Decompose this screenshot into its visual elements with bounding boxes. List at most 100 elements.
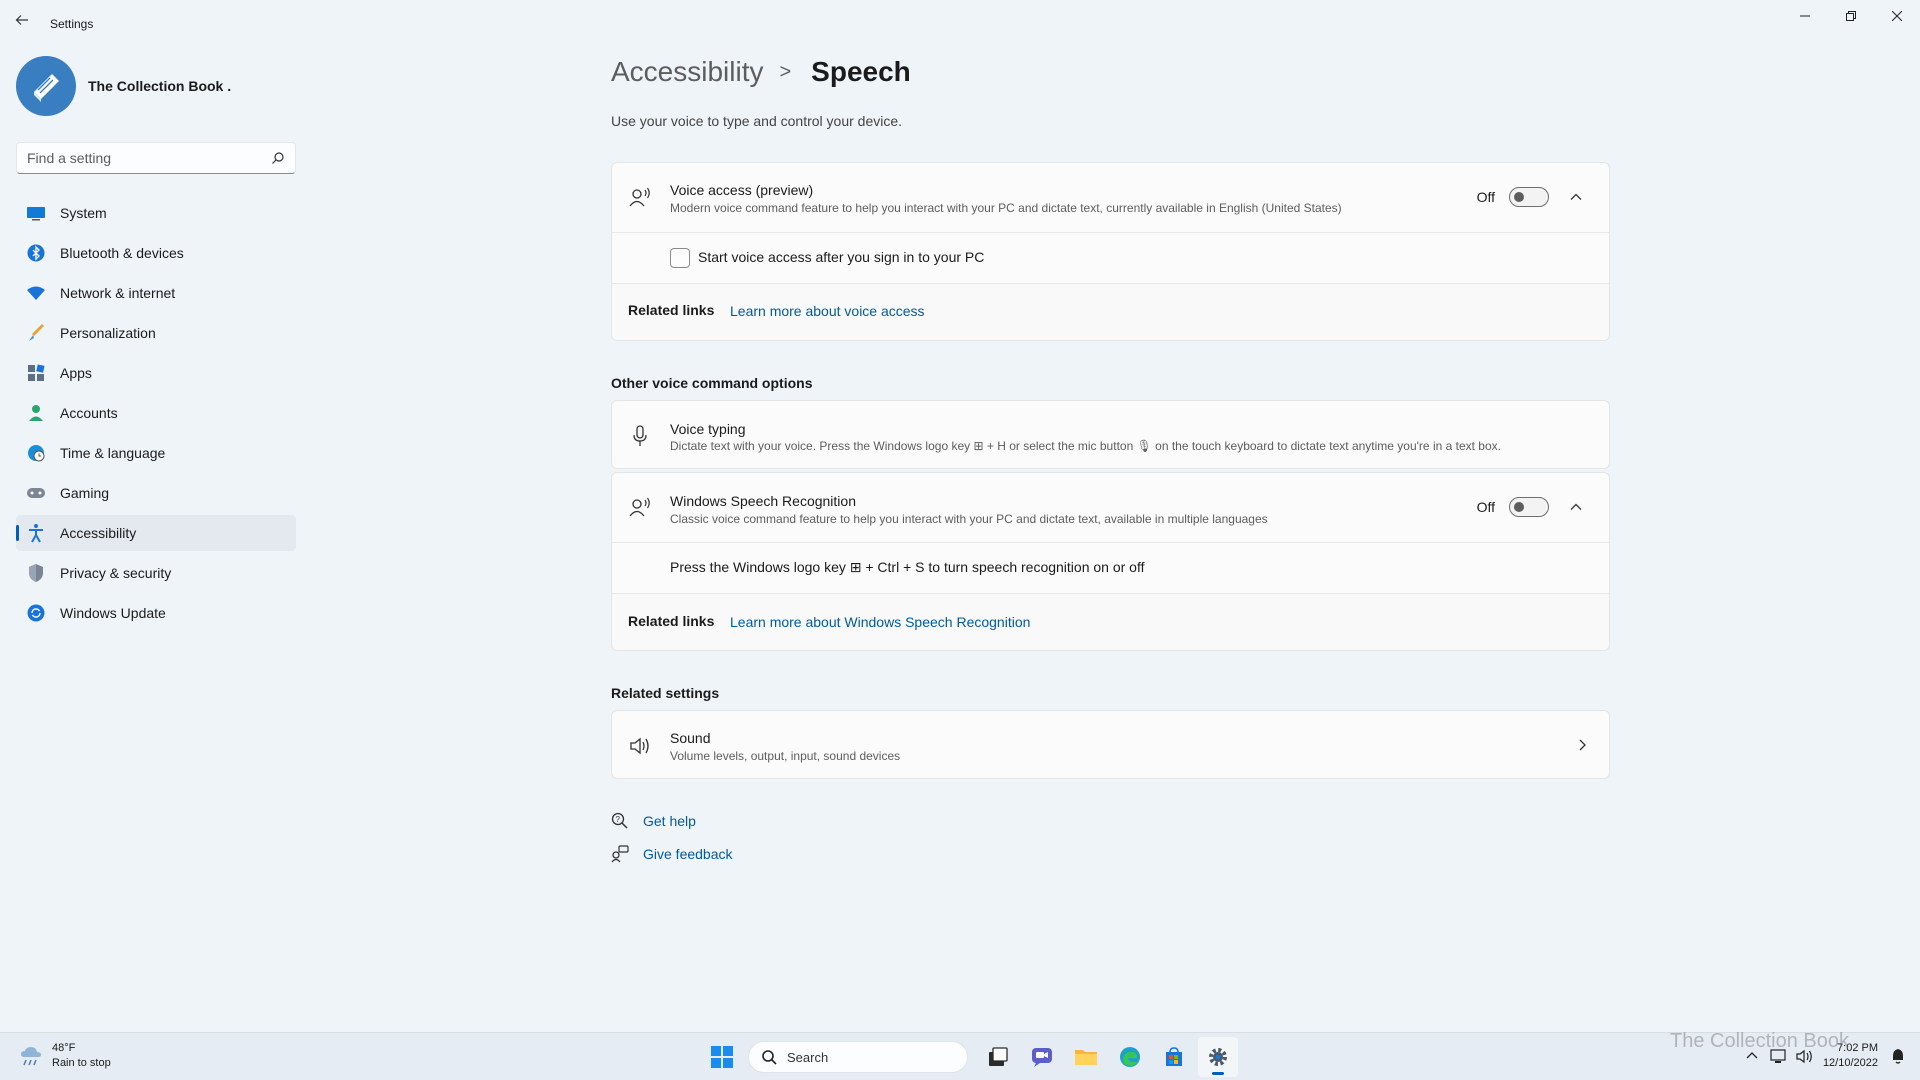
voice-access-learn-more-link[interactable]: Learn more about voice access bbox=[730, 303, 925, 319]
sidebar-item-label: Bluetooth & devices bbox=[60, 245, 184, 261]
sound-title: Sound bbox=[670, 730, 711, 746]
voice-access-row[interactable]: Voice access (preview) Modern voice comm… bbox=[612, 163, 1609, 232]
microphone-icon bbox=[628, 424, 652, 448]
other-options-heading: Other voice command options bbox=[611, 375, 813, 391]
sidebar-item-system[interactable]: System bbox=[16, 195, 296, 231]
close-icon bbox=[1892, 11, 1902, 21]
chevron-up-icon[interactable] bbox=[1569, 500, 1583, 514]
sidebar-item-bluetooth[interactable]: Bluetooth & devices bbox=[16, 235, 296, 271]
sidebar-item-accounts[interactable]: Accounts bbox=[16, 395, 296, 431]
sidebar-item-windows-update[interactable]: Windows Update bbox=[16, 595, 296, 631]
speech-recognition-shortcut-row: Press the Windows logo key ⊞ + Ctrl + S … bbox=[612, 543, 1609, 593]
toggle-knob bbox=[1514, 502, 1524, 512]
task-view-button[interactable] bbox=[978, 1037, 1018, 1077]
voice-access-description: Modern voice command feature to help you… bbox=[670, 201, 1342, 215]
speech-recognition-toggle[interactable] bbox=[1509, 497, 1549, 517]
back-button[interactable] bbox=[14, 12, 34, 34]
gamepad-icon bbox=[26, 483, 46, 503]
search-input[interactable] bbox=[27, 150, 271, 166]
taskbar: 48°F Rain to stop Search 7:02 PM 12/10/2… bbox=[0, 1032, 1920, 1080]
windows-logo-icon bbox=[711, 1046, 733, 1068]
notification-bell-icon[interactable] bbox=[1890, 1047, 1906, 1065]
sidebar-item-time-language[interactable]: Time & language bbox=[16, 435, 296, 471]
profile-name: The Collection Book . bbox=[88, 78, 232, 94]
related-links-label: Related links bbox=[628, 613, 715, 629]
get-help-link[interactable]: Get help bbox=[643, 813, 696, 829]
sidebar-item-label: Apps bbox=[60, 365, 92, 381]
start-button[interactable] bbox=[702, 1037, 742, 1077]
sidebar-item-label: Accounts bbox=[60, 405, 118, 421]
restore-button[interactable] bbox=[1828, 0, 1874, 32]
taskbar-search-label: Search bbox=[787, 1049, 829, 1065]
sidebar-item-apps[interactable]: Apps bbox=[16, 355, 296, 391]
chat-button[interactable] bbox=[1022, 1037, 1062, 1077]
sidebar-item-accessibility[interactable]: Accessibility bbox=[16, 515, 296, 551]
settings-app-button[interactable] bbox=[1198, 1037, 1238, 1077]
voice-typing-card: Voice typing Dictate text with your voic… bbox=[611, 400, 1610, 469]
chat-icon bbox=[1032, 1048, 1052, 1067]
sidebar-nav: System Bluetooth & devices Network & int… bbox=[16, 195, 296, 635]
close-button[interactable] bbox=[1874, 0, 1920, 32]
breadcrumb-separator: > bbox=[779, 60, 792, 83]
voice-access-toggle-state: Off bbox=[1476, 189, 1495, 205]
related-links-label: Related links bbox=[628, 302, 715, 318]
weather-temp: 48°F bbox=[52, 1042, 76, 1054]
speech-recognition-title: Windows Speech Recognition bbox=[670, 493, 856, 509]
speech-recognition-description: Classic voice command feature to help yo… bbox=[670, 512, 1268, 526]
get-help-row[interactable]: ? Get help bbox=[611, 812, 696, 830]
taskbar-search[interactable]: Search bbox=[748, 1041, 968, 1073]
voice-typing-description: Dictate text with your voice. Press the … bbox=[670, 439, 1501, 453]
store-button[interactable] bbox=[1154, 1037, 1194, 1077]
sidebar-item-personalization[interactable]: Personalization bbox=[16, 315, 296, 351]
chevron-up-icon[interactable] bbox=[1569, 190, 1583, 204]
speech-recognition-learn-more-link[interactable]: Learn more about Windows Speech Recognit… bbox=[730, 614, 1030, 630]
toggle-knob bbox=[1514, 192, 1524, 202]
voice-access-icon bbox=[628, 185, 652, 209]
sidebar-item-network[interactable]: Network & internet bbox=[16, 275, 296, 311]
edge-browser-button[interactable] bbox=[1110, 1037, 1150, 1077]
file-explorer-button[interactable] bbox=[1066, 1037, 1106, 1077]
sidebar-item-label: Time & language bbox=[60, 445, 166, 461]
search-icon[interactable] bbox=[271, 151, 285, 165]
title-bar: Settings bbox=[0, 0, 1920, 48]
voice-access-toggle[interactable] bbox=[1509, 187, 1549, 207]
edge-icon bbox=[1120, 1047, 1140, 1067]
minimize-button[interactable] bbox=[1782, 0, 1828, 32]
sound-description: Volume levels, output, input, sound devi… bbox=[670, 749, 901, 763]
window-controls bbox=[1782, 0, 1920, 32]
person-icon bbox=[26, 403, 46, 423]
sidebar-item-label: Network & internet bbox=[60, 285, 176, 301]
help-icon: ? bbox=[611, 812, 629, 830]
voice-access-title: Voice access (preview) bbox=[670, 182, 814, 198]
taskbar-apps: Search bbox=[700, 1037, 1240, 1077]
rain-cloud-icon bbox=[21, 1047, 41, 1066]
weather-text: 48°F Rain to stop bbox=[52, 1041, 111, 1071]
voice-typing-title: Voice typing bbox=[670, 421, 746, 437]
sound-card[interactable]: Sound Volume levels, output, input, soun… bbox=[611, 710, 1610, 779]
minimize-icon bbox=[1800, 15, 1810, 17]
app-title: Settings bbox=[50, 17, 94, 31]
sidebar-item-label: Accessibility bbox=[60, 525, 137, 541]
chevron-right-icon bbox=[1579, 739, 1586, 751]
voice-access-startup-label[interactable]: Start voice access after you sign in to … bbox=[698, 249, 984, 265]
settings-search[interactable] bbox=[16, 142, 296, 174]
voice-access-startup-checkbox[interactable] bbox=[670, 248, 690, 268]
accessibility-icon bbox=[26, 523, 46, 543]
sidebar-item-label: Privacy & security bbox=[60, 565, 172, 581]
related-settings-heading: Related settings bbox=[611, 685, 720, 701]
sidebar-item-gaming[interactable]: Gaming bbox=[16, 475, 296, 511]
breadcrumb-parent[interactable]: Accessibility bbox=[611, 56, 763, 88]
sidebar-item-privacy[interactable]: Privacy & security bbox=[16, 555, 296, 591]
give-feedback-link[interactable]: Give feedback bbox=[643, 846, 733, 862]
clock-date: 12/10/2022 bbox=[1822, 1057, 1878, 1069]
voice-access-startup-row: Start voice access after you sign in to … bbox=[612, 233, 1609, 283]
update-icon bbox=[26, 603, 46, 623]
weather-widget[interactable]: 48°F Rain to stop bbox=[18, 1041, 111, 1071]
weather-desc: Rain to stop bbox=[52, 1057, 111, 1069]
related-links-area: Related links Learn more about voice acc… bbox=[612, 284, 1609, 340]
give-feedback-row[interactable]: Give feedback bbox=[611, 845, 733, 863]
speech-recognition-row[interactable]: Windows Speech Recognition Classic voice… bbox=[612, 473, 1609, 542]
gear-icon bbox=[1209, 1048, 1227, 1066]
page-title: Speech bbox=[811, 56, 911, 87]
user-profile[interactable]: The Collection Book . bbox=[16, 56, 231, 116]
